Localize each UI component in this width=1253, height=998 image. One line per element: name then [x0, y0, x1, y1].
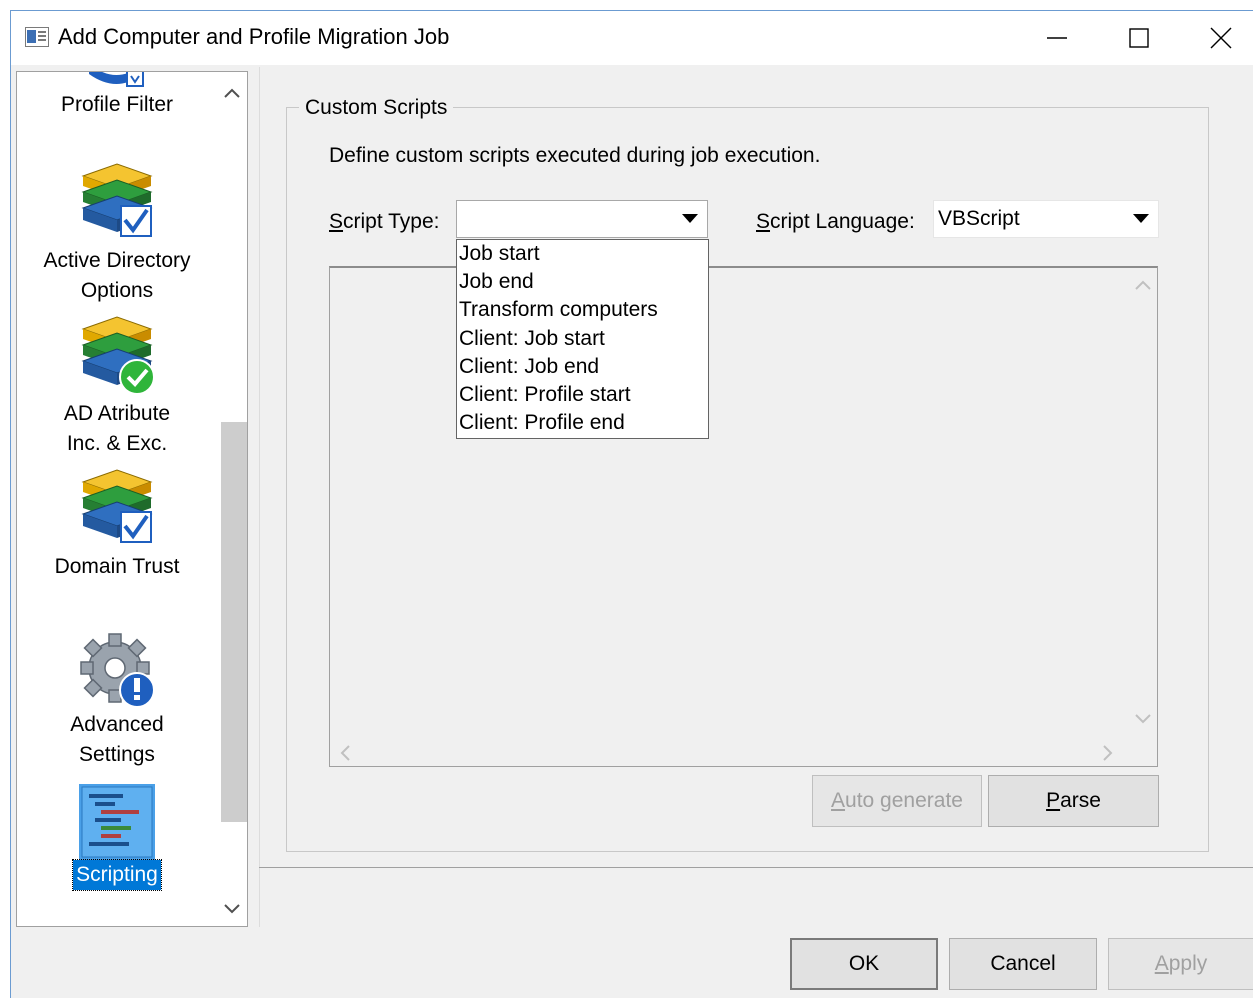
custom-scripts-description: Define custom scripts executed during jo… [329, 144, 821, 167]
chevron-left-icon[interactable] [340, 745, 350, 761]
dropdown-option[interactable]: Client: Job start [457, 325, 708, 353]
sidebar-item-label-line2: Options [80, 279, 154, 302]
script-language-dropdown-button[interactable] [1125, 202, 1157, 236]
profile-filter-icon [89, 72, 144, 87]
cancel-label: Cancel [990, 952, 1056, 975]
close-button[interactable] [1179, 11, 1253, 65]
sidebar-scroll-down-button[interactable] [217, 894, 247, 924]
chevron-right-icon[interactable] [1103, 745, 1113, 761]
dropdown-option[interactable]: Client: Job end [457, 353, 708, 381]
books-check-icon [81, 163, 153, 237]
sidebar-item-label: Advanced [70, 713, 164, 736]
dialog-window: Add Computer and Profile Migration Job P… [10, 10, 1253, 998]
chevron-down-icon [224, 904, 240, 914]
chevron-up-icon[interactable] [1135, 280, 1151, 290]
sidebar-item-label-line2: Settings [79, 743, 155, 766]
gear-info-icon [80, 633, 155, 708]
sidebar-item-ad-attribute[interactable]: AD Atribute Inc. & Exc. [17, 315, 217, 459]
books-green-check-icon [81, 316, 155, 395]
script-language-select[interactable]: VBScript [933, 200, 1159, 238]
cancel-button[interactable]: Cancel [949, 938, 1097, 990]
auto-generate-button[interactable]: Auto generate [812, 775, 982, 827]
navigation-sidebar: Profile Filter Active Directory Options [16, 71, 248, 927]
dropdown-option[interactable]: Job end [457, 268, 708, 296]
dropdown-option[interactable]: Client: Profile start [457, 381, 708, 409]
ok-button[interactable]: OK [790, 938, 938, 990]
minimize-button[interactable] [1015, 11, 1099, 65]
auto-generate-label: Auto generate [831, 789, 963, 812]
sidebar-item-active-directory-options[interactable]: Active Directory Options [17, 162, 217, 306]
sidebar-item-label: Scripting [72, 859, 162, 891]
parse-label: Parse [1046, 789, 1101, 812]
maximize-icon [1129, 28, 1149, 48]
dropdown-arrow-icon [682, 214, 698, 223]
window-title: Add Computer and Profile Migration Job [58, 24, 450, 49]
sidebar-item-label: Domain Trust [54, 555, 180, 578]
parse-button[interactable]: Parse [988, 775, 1159, 827]
script-type-select[interactable] [456, 200, 708, 238]
dropdown-arrow-icon [1133, 214, 1149, 223]
ok-label: OK [848, 952, 880, 975]
close-icon [1210, 27, 1232, 49]
sidebar-scroll-up-button[interactable] [217, 78, 247, 108]
script-icon [79, 784, 155, 860]
dropdown-option[interactable]: Client: Profile end [457, 409, 708, 437]
sidebar-item-label-line2: Inc. & Exc. [66, 432, 168, 455]
app-window-icon [25, 27, 49, 47]
chevron-up-icon [224, 88, 240, 98]
title-bar: Add Computer and Profile Migration Job [11, 11, 1253, 65]
sidebar-item-scripting[interactable]: Scripting [17, 784, 217, 891]
script-language-label: Script Language: [756, 210, 915, 233]
script-type-label: Script Type: [329, 210, 440, 233]
sidebar-item-domain-trust[interactable]: Domain Trust [17, 468, 217, 582]
sidebar-item-label: AD Atribute [63, 402, 171, 425]
custom-scripts-title: Custom Scripts [299, 96, 454, 120]
script-editor[interactable] [329, 266, 1158, 767]
sidebar-item-label: Active Directory [43, 249, 191, 272]
chevron-down-icon[interactable] [1135, 714, 1151, 724]
minimize-icon [1047, 37, 1067, 39]
sidebar-item-profile-filter[interactable]: Profile Filter [17, 72, 217, 120]
editor-horizontal-scrollbar[interactable] [330, 738, 1129, 766]
sidebar-item-label: Profile Filter [60, 93, 174, 116]
script-type-dropdown-button[interactable] [674, 202, 706, 236]
apply-button[interactable]: Apply [1108, 938, 1253, 990]
script-language-value: VBScript [938, 207, 1020, 230]
footer-separator [259, 867, 1253, 868]
apply-label: Apply [1154, 952, 1208, 975]
content-divider [259, 67, 260, 927]
sidebar-scrollbar-thumb[interactable] [221, 422, 247, 822]
dropdown-option[interactable]: Transform computers [457, 296, 708, 324]
maximize-button[interactable] [1097, 11, 1181, 65]
editor-vertical-scrollbar[interactable] [1129, 268, 1157, 736]
sidebar-item-advanced-settings[interactable]: Advanced Settings [17, 630, 217, 770]
dropdown-option[interactable]: Job start [457, 240, 708, 268]
script-type-dropdown-list: Job start Job end Transform computers Cl… [456, 239, 709, 439]
books-check-icon [81, 469, 153, 543]
